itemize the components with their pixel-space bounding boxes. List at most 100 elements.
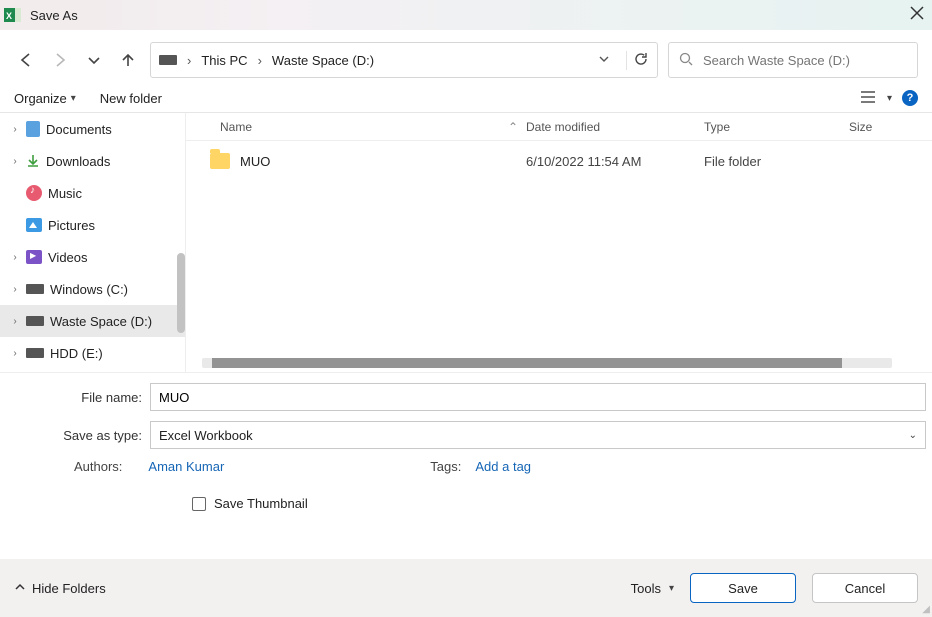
sidebar-item-windows-c[interactable]: › Windows (C:) (0, 273, 185, 305)
new-folder-label: New folder (100, 91, 162, 106)
file-name: MUO (240, 154, 270, 169)
sort-icon: ⌃ (508, 120, 526, 134)
horizontal-scrollbar[interactable] (202, 358, 892, 368)
saveas-label: Save as type: (6, 428, 150, 443)
authors-label: Authors: (74, 459, 122, 474)
drive-icon (26, 348, 44, 358)
svg-text:X: X (6, 11, 12, 21)
breadcrumb-waste-space[interactable]: Waste Space (D:) (272, 53, 374, 68)
sidebar-item-waste-space-d[interactable]: › Waste Space (D:) (0, 305, 185, 337)
view-menu[interactable] (861, 91, 877, 106)
refresh-button[interactable] (626, 51, 649, 70)
column-headers: Name ⌃ Date modified Type Size (186, 113, 932, 141)
titlebar: X Save As (0, 0, 932, 30)
picture-icon (26, 218, 42, 232)
sidebar-item-label: Waste Space (D:) (50, 314, 152, 329)
content-area: › Documents › Downloads Music Pictures ›… (0, 113, 932, 373)
resize-grip[interactable]: ◢ (922, 604, 930, 615)
filename-label: File name: (6, 390, 150, 405)
column-name[interactable]: Name ⌃ (186, 120, 526, 134)
video-icon (26, 250, 42, 264)
thumbnail-label[interactable]: Save Thumbnail (214, 496, 308, 511)
tools-menu[interactable]: Tools ▾ (631, 581, 674, 596)
toolbar: Organize ▾ New folder ▾ ? (0, 86, 932, 113)
saveas-combobox[interactable]: Excel Workbook ⌄ (150, 421, 926, 449)
drive-icon (26, 316, 44, 326)
organize-label: Organize (14, 91, 67, 106)
tools-label: Tools (631, 581, 661, 596)
thumbnail-checkbox[interactable] (192, 497, 206, 511)
sidebar-item-downloads[interactable]: › Downloads (0, 145, 185, 177)
sidebar-item-label: Music (48, 186, 82, 201)
chevron-right-icon: › (10, 124, 20, 135)
sidebar-item-videos[interactable]: › Videos (0, 241, 185, 273)
nav-row: › This PC › Waste Space (D:) (0, 30, 932, 86)
file-row[interactable]: MUO 6/10/2022 11:54 AM File folder (186, 141, 932, 181)
tags-value[interactable]: Add a tag (475, 459, 531, 474)
address-dropdown[interactable] (598, 53, 616, 68)
chevron-right-icon: › (258, 53, 262, 68)
hide-folders-button[interactable]: Hide Folders (14, 581, 106, 596)
organize-menu[interactable]: Organize ▾ (14, 91, 76, 106)
search-icon (679, 52, 693, 69)
sidebar: › Documents › Downloads Music Pictures ›… (0, 113, 186, 372)
chevron-down-icon: ⌄ (909, 430, 917, 441)
music-icon (26, 185, 42, 201)
document-icon (26, 121, 40, 137)
window-title: Save As (30, 8, 78, 23)
sidebar-item-pictures[interactable]: Pictures (0, 209, 185, 241)
drive-icon (26, 284, 44, 294)
sidebar-item-label: Downloads (46, 154, 110, 169)
filename-input[interactable] (150, 383, 926, 411)
authors-value[interactable]: Aman Kumar (148, 459, 224, 474)
excel-icon: X (4, 6, 22, 24)
recent-dropdown[interactable] (82, 48, 106, 72)
forward-button[interactable] (48, 48, 72, 72)
chevron-right-icon: › (10, 316, 20, 327)
file-pane: Name ⌃ Date modified Type Size MUO 6/10/2… (186, 113, 932, 372)
breadcrumb-this-pc[interactable]: This PC (201, 53, 247, 68)
view-dropdown[interactable]: ▾ (887, 93, 892, 104)
sidebar-item-label: Windows (C:) (50, 282, 128, 297)
save-properties: File name: Save as type: Excel Workbook … (0, 373, 932, 511)
save-button[interactable]: Save (690, 573, 796, 603)
folder-icon (210, 153, 230, 169)
address-bar[interactable]: › This PC › Waste Space (D:) (150, 42, 658, 78)
chevron-down-icon: ▾ (71, 93, 76, 104)
chevron-right-icon: › (10, 252, 20, 263)
sidebar-item-label: Videos (48, 250, 88, 265)
cancel-button[interactable]: Cancel (812, 573, 918, 603)
sidebar-item-music[interactable]: Music (0, 177, 185, 209)
chevron-down-icon: ▾ (669, 583, 674, 594)
sidebar-item-documents[interactable]: › Documents (0, 113, 185, 145)
up-button[interactable] (116, 48, 140, 72)
sidebar-item-label: Pictures (48, 218, 95, 233)
sidebar-item-label: HDD (E:) (50, 346, 103, 361)
file-type: File folder (704, 154, 849, 169)
close-button[interactable] (910, 6, 924, 23)
tags-label: Tags: (430, 459, 461, 474)
chevron-right-icon: › (187, 53, 191, 68)
search-input[interactable] (703, 53, 907, 68)
download-icon (26, 154, 40, 168)
hide-folders-label: Hide Folders (32, 581, 106, 596)
file-date: 6/10/2022 11:54 AM (526, 154, 704, 169)
sidebar-scrollbar[interactable] (177, 253, 185, 333)
back-button[interactable] (14, 48, 38, 72)
column-label: Name (220, 120, 252, 134)
column-size[interactable]: Size (849, 120, 932, 134)
chevron-right-icon: › (10, 156, 20, 167)
new-folder-button[interactable]: New folder (100, 91, 162, 106)
sidebar-item-hdd-e[interactable]: › HDD (E:) (0, 337, 185, 369)
column-type[interactable]: Type (704, 120, 849, 134)
search-box[interactable] (668, 42, 918, 78)
sidebar-item-label: Documents (46, 122, 112, 137)
chevron-right-icon: › (10, 348, 20, 359)
footer: Hide Folders Tools ▾ Save Cancel ◢ (0, 559, 932, 617)
chevron-right-icon: › (10, 284, 20, 295)
chevron-up-icon (14, 581, 26, 596)
drive-icon (159, 55, 177, 65)
help-button[interactable]: ? (902, 90, 918, 106)
saveas-value: Excel Workbook (159, 428, 253, 443)
column-date[interactable]: Date modified (526, 120, 704, 134)
